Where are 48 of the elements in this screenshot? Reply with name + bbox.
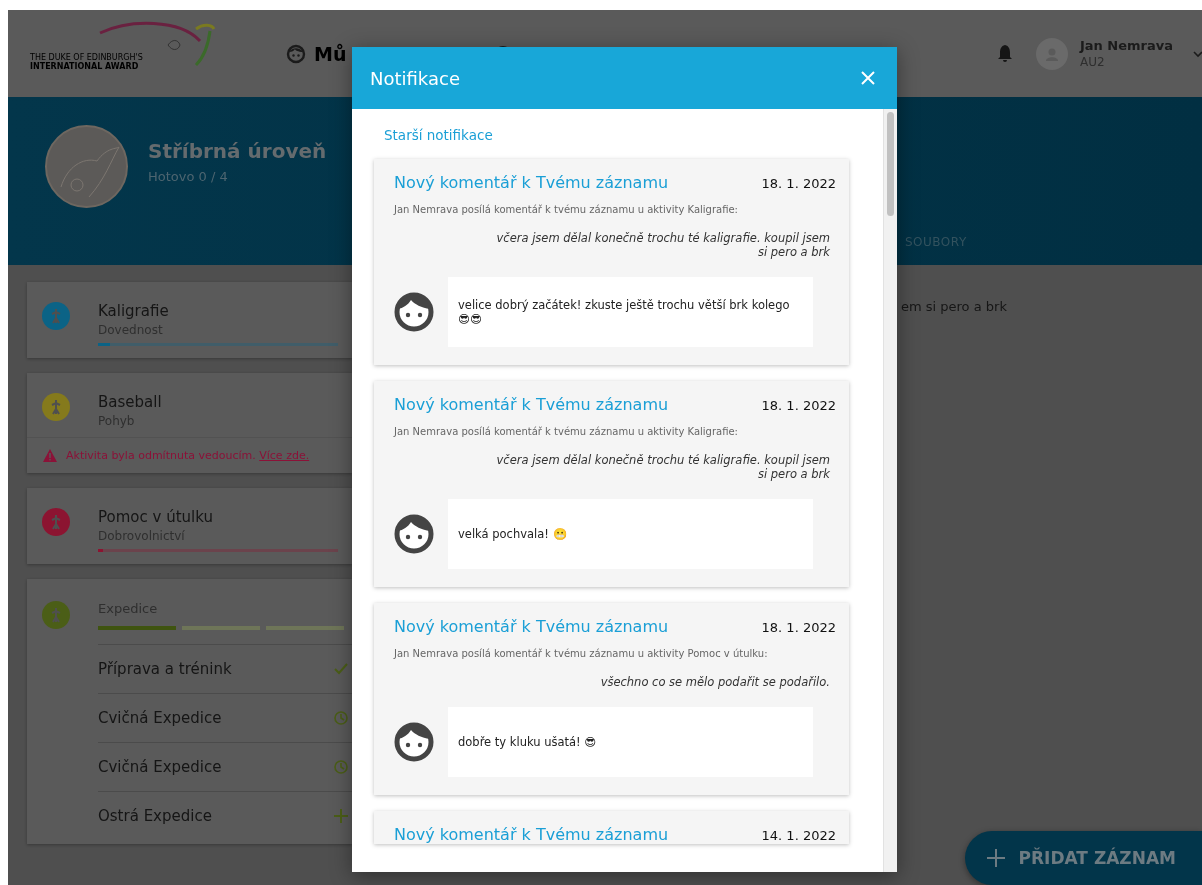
comment-text: velice dobrý začátek! zkuste ještě trochu větší brk kolego 😎😎 bbox=[448, 277, 813, 347]
step-label[interactable]: Příprava a trénink bbox=[98, 660, 232, 678]
step-label[interactable]: Ostrá Expedice bbox=[98, 807, 212, 825]
rejection-message: Aktivita byla odmítnuta vedoucím. Více zde. bbox=[66, 449, 310, 462]
notification-date: 18. 1. 2022 bbox=[761, 176, 836, 191]
record-text: em si pero a brk bbox=[901, 299, 1007, 314]
notification-title[interactable]: Nový komentář k Tvému záznamu bbox=[394, 395, 669, 414]
check-icon bbox=[334, 662, 348, 676]
notification-date: 18. 1. 2022 bbox=[761, 620, 836, 635]
scrollbar[interactable] bbox=[883, 109, 897, 872]
clock-icon bbox=[334, 760, 348, 774]
face-avatar-icon bbox=[394, 292, 434, 332]
face-avatar-icon bbox=[394, 514, 434, 554]
clock-icon bbox=[334, 711, 348, 725]
face-avatar-icon bbox=[394, 722, 434, 762]
activity-name[interactable]: Pomoc v útulku bbox=[98, 508, 338, 526]
record-quote: včera jsem dělal konečně trochu té kaligrafie. koupil jsem si pero a brk bbox=[495, 453, 830, 481]
record-quote: včera jsem dělal konečně trochu té kaligrafie. koupil jsem si pero a brk bbox=[495, 231, 830, 259]
activity-name[interactable]: Baseball bbox=[98, 393, 162, 411]
level-subtitle: Hotovo 0 / 4 bbox=[148, 169, 229, 184]
notification-intro: Jan Nemrava posílá komentář k tvému záznamu u aktivity Kaligrafie: bbox=[394, 426, 739, 437]
modal-title: Notifikace bbox=[370, 67, 460, 89]
comment-text: dobře ty kluku ušatá! 😎 bbox=[448, 707, 813, 777]
notification-intro: Jan Nemrava posílá komentář k tvému záznamu u aktivity Pomoc v útulku: bbox=[394, 648, 769, 659]
chevron-down-icon[interactable] bbox=[1193, 49, 1202, 58]
face-icon[interactable] bbox=[286, 43, 306, 64]
logo-text: THE DUKE OF EDINBURGH'S INTERNATIONAL AWARD bbox=[30, 51, 143, 71]
notification-title[interactable]: Nový komentář k Tvému záznamu bbox=[394, 825, 669, 844]
comment-text: velká pochvala! 😬 bbox=[448, 499, 813, 569]
record-quote: všechno co se mělo podařit se podařilo. bbox=[599, 675, 830, 689]
step-label[interactable]: Cvičná Expedice bbox=[98, 709, 222, 727]
notification-date: 18. 1. 2022 bbox=[761, 398, 836, 413]
user-name[interactable]: Jan Nemrava bbox=[1079, 37, 1173, 54]
close-button[interactable] bbox=[861, 71, 875, 85]
level-title: Stříbrná úroveň bbox=[148, 139, 327, 163]
nav-link[interactable]: Mů bbox=[314, 42, 347, 65]
notification-date: 14. 1. 2022 bbox=[761, 828, 836, 843]
more-link[interactable]: Více zde. bbox=[259, 449, 310, 462]
notification-title[interactable]: Nový komentář k Tvému záznamu bbox=[394, 173, 669, 192]
older-notifications-link[interactable]: Starší notifikace bbox=[384, 127, 493, 143]
close-icon bbox=[861, 71, 875, 85]
notification-intro: Jan Nemrava posílá komentář k tvému záznamu u aktivity Kaligrafie: bbox=[394, 204, 739, 215]
step-label[interactable]: Cvičná Expedice bbox=[98, 758, 222, 776]
activity-name[interactable]: Kaligrafie bbox=[98, 302, 338, 320]
warning-icon bbox=[42, 448, 58, 463]
add-record-button[interactable]: PŘIDAT ZÁZNAM bbox=[964, 831, 1202, 885]
notification-title[interactable]: Nový komentář k Tvému záznamu bbox=[394, 617, 669, 636]
plus-icon bbox=[986, 849, 1005, 867]
